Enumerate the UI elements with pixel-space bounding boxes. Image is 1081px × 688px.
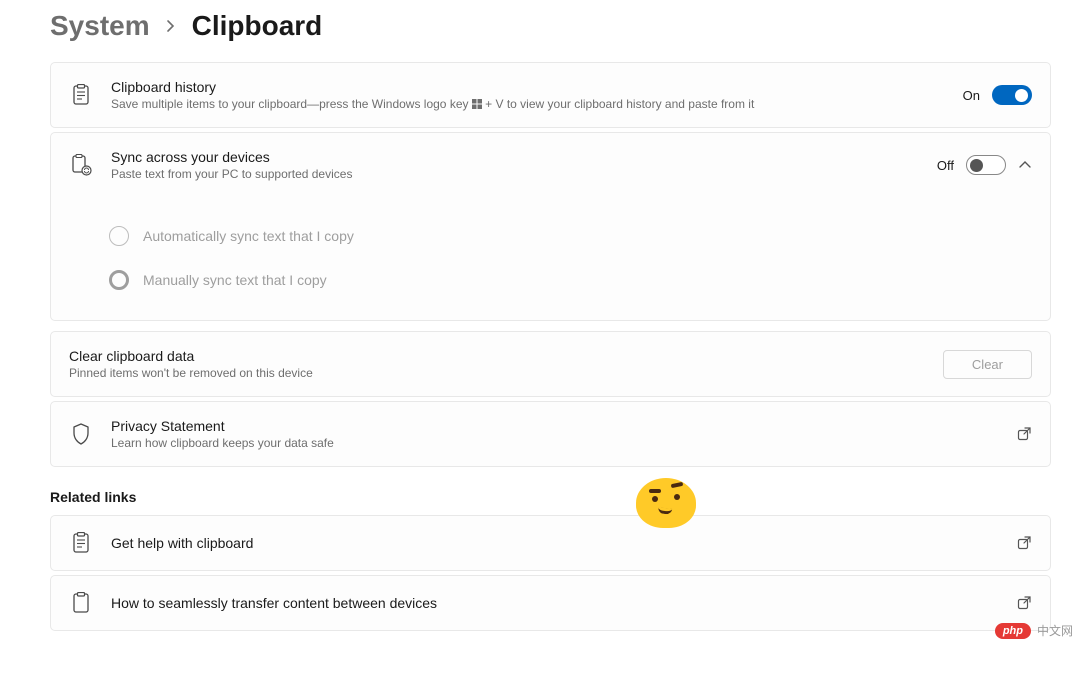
sync-devices-toggle[interactable] bbox=[966, 155, 1006, 175]
breadcrumb-current: Clipboard bbox=[192, 10, 323, 42]
external-link-icon bbox=[1016, 426, 1032, 442]
watermark-text: 中文网 bbox=[1037, 622, 1073, 639]
radio-label: Automatically sync text that I copy bbox=[143, 228, 354, 244]
clear-button[interactable]: Clear bbox=[943, 350, 1032, 379]
shield-icon bbox=[69, 423, 93, 445]
breadcrumb-parent[interactable]: System bbox=[50, 10, 150, 42]
setting-title: Clear clipboard data bbox=[69, 348, 925, 364]
setting-row-sync-devices[interactable]: Sync across your devices Paste text from… bbox=[50, 132, 1051, 198]
watermark-badge: php bbox=[995, 623, 1031, 639]
setting-row-privacy-statement[interactable]: Privacy Statement Learn how clipboard ke… bbox=[50, 401, 1051, 467]
setting-description: Paste text from your PC to supported dev… bbox=[111, 167, 919, 181]
setting-description: Save multiple items to your clipboard—pr… bbox=[111, 97, 945, 111]
related-link-transfer[interactable]: How to seamlessly transfer content betwe… bbox=[50, 575, 1051, 631]
toggle-state-label: On bbox=[963, 88, 980, 103]
external-link-icon bbox=[1016, 535, 1032, 551]
radio-auto-sync[interactable]: Automatically sync text that I copy bbox=[109, 214, 1032, 258]
related-links-heading: Related links bbox=[0, 467, 1081, 515]
setting-row-clipboard-history: Clipboard history Save multiple items to… bbox=[50, 62, 1051, 128]
chevron-right-icon bbox=[166, 19, 176, 33]
setting-title: Clipboard history bbox=[111, 79, 945, 95]
link-label: How to seamlessly transfer content betwe… bbox=[111, 595, 998, 611]
sync-options-panel: Automatically sync text that I copy Manu… bbox=[50, 196, 1051, 321]
setting-row-clear-data: Clear clipboard data Pinned items won't … bbox=[50, 331, 1051, 397]
clipboard-list-icon bbox=[69, 532, 93, 554]
external-link-icon bbox=[1016, 595, 1032, 611]
toggle-state-label: Off bbox=[937, 158, 954, 173]
setting-description: Learn how clipboard keeps your data safe bbox=[111, 436, 998, 450]
setting-description: Pinned items won't be removed on this de… bbox=[69, 366, 925, 380]
radio-manual-sync[interactable]: Manually sync text that I copy bbox=[109, 258, 1032, 302]
radio-label: Manually sync text that I copy bbox=[143, 272, 327, 288]
radio-icon bbox=[109, 226, 129, 246]
clipboard-sync-icon bbox=[69, 154, 93, 176]
breadcrumb: System Clipboard bbox=[0, 0, 1081, 62]
windows-logo-icon bbox=[472, 99, 482, 109]
chevron-up-icon bbox=[1018, 158, 1032, 172]
clipboard-icon bbox=[69, 592, 93, 614]
related-link-help[interactable]: Get help with clipboard bbox=[50, 515, 1051, 571]
clipboard-list-icon bbox=[69, 84, 93, 106]
setting-title: Sync across your devices bbox=[111, 149, 919, 165]
link-label: Get help with clipboard bbox=[111, 535, 998, 551]
clipboard-history-toggle[interactable] bbox=[992, 85, 1032, 105]
setting-title: Privacy Statement bbox=[111, 418, 998, 434]
radio-icon bbox=[109, 270, 129, 290]
watermark: php 中文网 bbox=[995, 622, 1073, 639]
